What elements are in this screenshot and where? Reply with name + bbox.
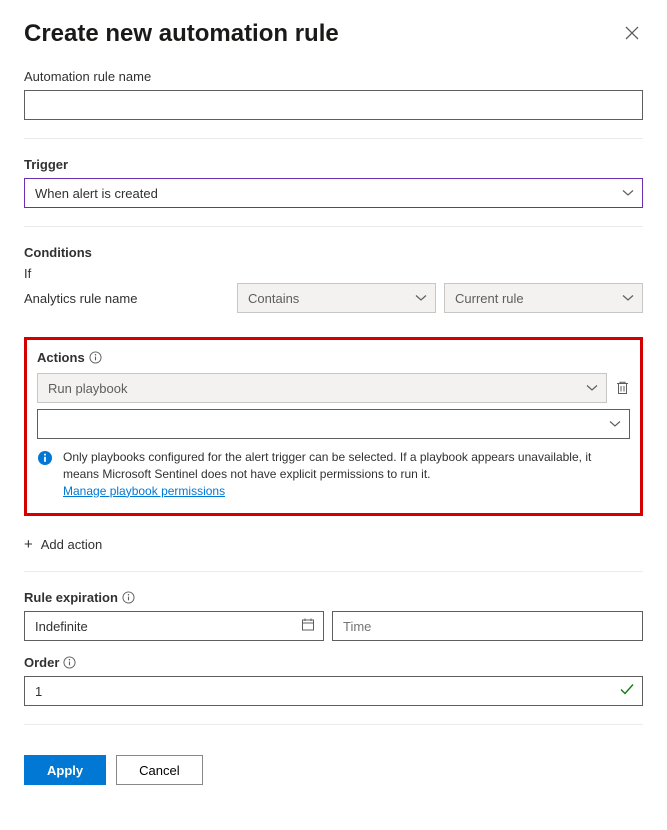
expiration-time-input[interactable] xyxy=(332,611,643,641)
divider xyxy=(24,724,643,725)
trigger-select-value: When alert is created xyxy=(35,186,158,201)
info-banner-text: Only playbooks configured for the alert … xyxy=(63,449,630,499)
divider xyxy=(24,571,643,572)
trigger-label: Trigger xyxy=(24,157,643,172)
actions-label: Actions xyxy=(37,350,85,365)
expiration-label: Rule expiration xyxy=(24,590,118,605)
cancel-button[interactable]: Cancel xyxy=(116,755,202,785)
action-type-value: Run playbook xyxy=(48,381,128,396)
close-button[interactable] xyxy=(621,20,643,49)
close-icon xyxy=(625,26,639,40)
delete-action-button[interactable] xyxy=(615,380,630,396)
condition-field-label: Analytics rule name xyxy=(24,291,229,306)
expiration-date-input[interactable]: Indefinite xyxy=(24,611,324,641)
actions-highlighted-section: Actions Run playbook Only playbooks conf… xyxy=(24,337,643,516)
divider xyxy=(24,138,643,139)
condition-operator-value: Contains xyxy=(248,291,299,306)
add-action-label: Add action xyxy=(41,537,102,552)
chevron-down-icon xyxy=(622,189,634,197)
divider xyxy=(24,226,643,227)
conditions-if-label: If xyxy=(24,266,643,281)
info-icon[interactable] xyxy=(122,591,136,605)
expiration-date-value: Indefinite xyxy=(35,619,88,634)
info-icon[interactable] xyxy=(89,351,103,365)
chevron-down-icon xyxy=(622,294,634,302)
add-action-button[interactable]: + Add action xyxy=(24,536,102,553)
rule-name-label: Automation rule name xyxy=(24,69,643,84)
playbook-select[interactable] xyxy=(37,409,630,439)
info-filled-icon xyxy=(37,450,53,466)
condition-value: Current rule xyxy=(455,291,524,306)
calendar-icon xyxy=(301,618,315,635)
rule-name-input[interactable] xyxy=(24,90,643,120)
chevron-down-icon xyxy=(586,384,598,392)
apply-button[interactable]: Apply xyxy=(24,755,106,785)
page-title: Create new automation rule xyxy=(24,20,339,48)
action-type-select[interactable]: Run playbook xyxy=(37,373,607,403)
trigger-select[interactable]: When alert is created xyxy=(24,178,643,208)
conditions-label: Conditions xyxy=(24,245,643,260)
plus-icon: + xyxy=(24,536,33,553)
chevron-down-icon xyxy=(415,294,427,302)
order-value: 1 xyxy=(35,684,42,699)
order-label: Order xyxy=(24,655,59,670)
manage-permissions-link[interactable]: Manage playbook permissions xyxy=(63,484,225,498)
trash-icon xyxy=(615,380,630,396)
condition-operator-select[interactable]: Contains xyxy=(237,283,436,313)
chevron-down-icon xyxy=(609,420,621,428)
info-icon[interactable] xyxy=(63,656,77,670)
order-input[interactable]: 1 xyxy=(24,676,643,706)
condition-value-select[interactable]: Current rule xyxy=(444,283,643,313)
check-icon xyxy=(620,684,634,699)
